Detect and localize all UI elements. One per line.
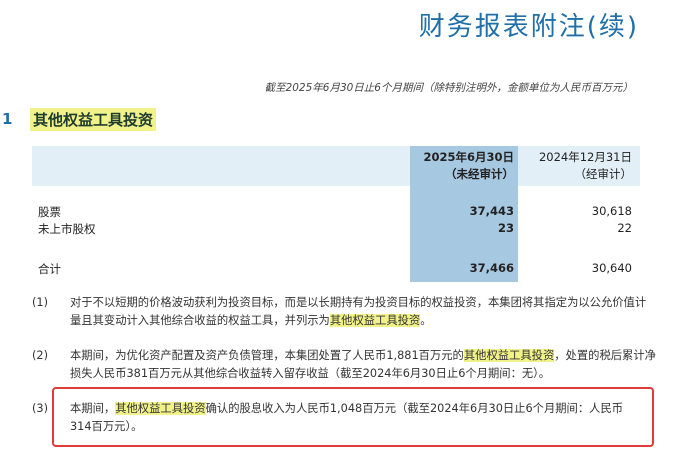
row-label-unlisted: 未上市股权 (38, 222, 96, 236)
note-2: (2) 本期间，为优化资产配置及资产负债管理，本集团处置了人民币1,881百万元… (32, 347, 662, 387)
note-number: (3) (32, 402, 49, 415)
col1-header-date: 2025年6月30日 (423, 150, 514, 164)
section-number: 1 (2, 110, 13, 128)
row-label-stocks: 股票 (38, 205, 61, 219)
row-stocks-2024: 30,618 (591, 204, 632, 218)
annotation-red-box (52, 387, 654, 447)
highlighted-term: 其他权益工具投资 (463, 349, 555, 362)
row-total-2024: 30,640 (591, 261, 632, 275)
highlighted-term: 其他权益工具投资 (329, 314, 421, 327)
note-number: (1) (32, 296, 49, 309)
note-text: 对于不以短期的价格波动获利为投资目标，而是以长期持有为投资目标的权益投资，本集团… (70, 296, 647, 327)
col1-header-note: （未经审计） (445, 167, 514, 181)
row-label-total: 合计 (38, 262, 61, 276)
note-1: (1) 对于不以短期的价格波动获利为投资目标，而是以长期持有为投资目标的权益投资… (32, 294, 662, 334)
page-subtitle: 截至2025年6月30日止6个月期间（除特别注明外，金额单位为人民币百万元） (264, 82, 633, 94)
row-unlisted-2024: 22 (617, 221, 632, 235)
row-unlisted-2025: 23 (497, 221, 514, 235)
col2-header-note: （经审计） (574, 167, 633, 181)
row-stocks-2025: 37,443 (469, 204, 514, 218)
investment-table: 2025年6月30日 （未经审计） 2024年12月31日 （经审计） 股票 3… (32, 146, 640, 282)
page-title: 财务报表附注(续) (418, 12, 639, 42)
note-number: (2) (32, 349, 49, 362)
section-title: 其他权益工具投资 (30, 108, 157, 131)
col2-header-date: 2024年12月31日 (538, 150, 632, 164)
note-text: 本期间，为优化资产配置及资产负债管理，本集团处置了人民币1,881百万元的其他权… (70, 349, 656, 380)
row-total-2025: 37,466 (469, 261, 514, 275)
